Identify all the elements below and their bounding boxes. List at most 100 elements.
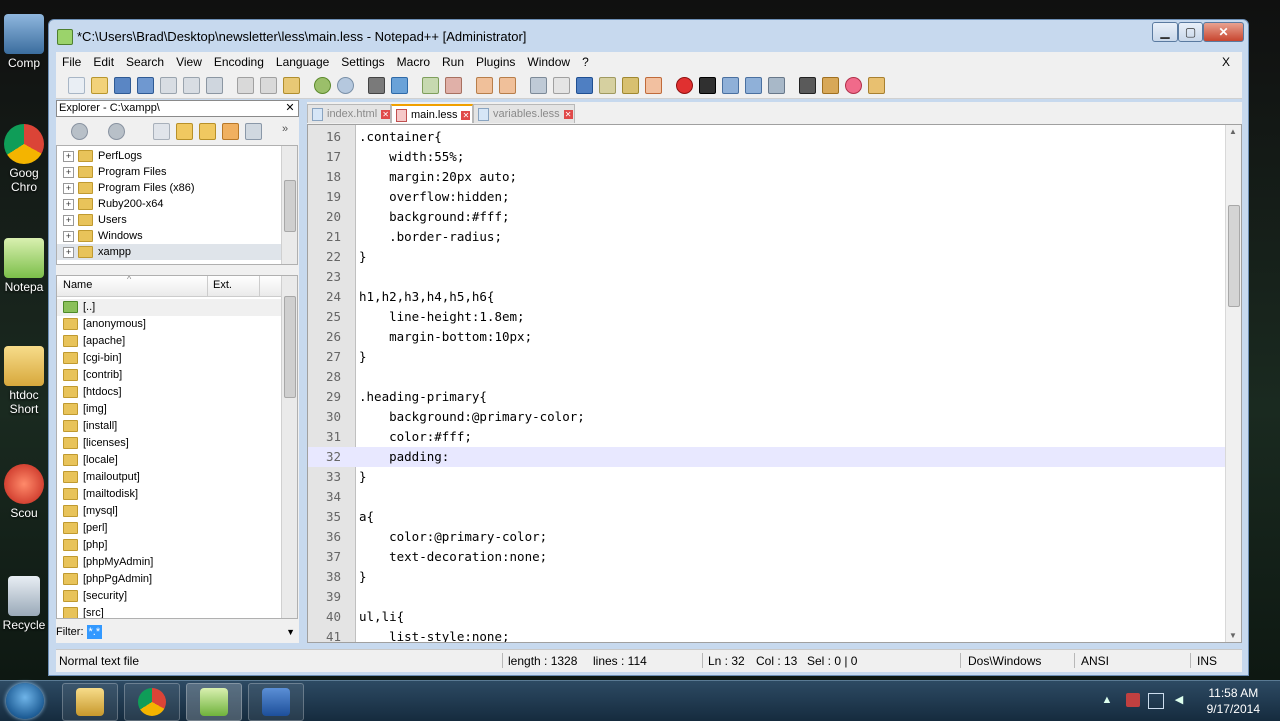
heart-icon[interactable] <box>845 77 862 94</box>
code-line[interactable]: 21 .border-radius; <box>308 227 1228 247</box>
folder-up-icon[interactable] <box>176 123 193 140</box>
menu-settings[interactable]: Settings <box>335 52 390 72</box>
line-text[interactable]: .container{ <box>359 127 442 147</box>
refresh-icon[interactable] <box>245 123 262 140</box>
desktop-icon-htdocs[interactable]: htdoc Short <box>0 346 48 416</box>
list-item[interactable]: [src] <box>57 605 284 618</box>
stop-macro-icon[interactable] <box>699 77 716 94</box>
play-macro-multiple-icon[interactable] <box>745 77 762 94</box>
list-item[interactable]: [perl] <box>57 520 284 537</box>
line-text[interactable]: background:#fff; <box>359 207 509 227</box>
code-line[interactable]: 37 text-decoration:none; <box>308 547 1228 567</box>
menu-view[interactable]: View <box>170 52 208 72</box>
line-text[interactable]: color:@primary-color; <box>359 527 547 547</box>
code-line[interactable]: 34 <box>308 487 1228 507</box>
start-button[interactable] <box>6 683 44 719</box>
open-file-icon[interactable] <box>91 77 108 94</box>
tree-item[interactable]: + Program Files (x86) <box>57 180 283 196</box>
code-line[interactable]: 41 list-style:none; <box>308 627 1228 642</box>
taskbar-explorer[interactable] <box>62 683 118 721</box>
menu-search[interactable]: Search <box>120 52 170 72</box>
menu-edit[interactable]: Edit <box>87 52 120 72</box>
minimize-button[interactable]: ▁ <box>1152 22 1178 42</box>
expand-icon[interactable]: + <box>63 166 74 178</box>
code-lines[interactable]: 16 .container{17 width:55%; 18 margin:20px… <box>308 127 1228 642</box>
favorites-icon[interactable] <box>222 123 239 140</box>
menu-run[interactable]: Run <box>436 52 470 72</box>
line-text[interactable]: .border-radius; <box>359 227 502 247</box>
tree-item[interactable]: + Windows <box>57 228 283 244</box>
close-all-icon[interactable] <box>183 77 200 94</box>
folder-as-workspace-icon[interactable] <box>645 77 662 94</box>
network-icon[interactable] <box>1148 693 1164 709</box>
code-line[interactable]: 39 <box>308 587 1228 607</box>
tab-index-html[interactable]: index.html ✕ <box>307 104 391 123</box>
list-item[interactable]: [mailoutput] <box>57 469 284 486</box>
menu-plugins[interactable]: Plugins <box>470 52 521 72</box>
save-macro-icon[interactable] <box>768 77 785 94</box>
list-item[interactable]: [locale] <box>57 452 284 469</box>
code-line[interactable]: 40 ul,li{ <box>308 607 1228 627</box>
line-text[interactable]: background:@primary-color; <box>359 407 585 427</box>
line-text[interactable]: margin-bottom:10px; <box>359 327 532 347</box>
line-text[interactable]: color:#fff; <box>359 427 472 447</box>
desktop-icon-chrome[interactable]: Goog Chro <box>0 124 48 194</box>
play-macro-icon[interactable] <box>722 77 739 94</box>
compare-icon[interactable] <box>868 77 885 94</box>
line-text[interactable]: line-height:1.8em; <box>359 307 524 327</box>
tab-close-icon[interactable]: ✕ <box>563 109 573 119</box>
tab-variables-less[interactable]: variables.less ✕ <box>473 104 575 123</box>
list-item[interactable]: [phpPgAdmin] <box>57 571 284 588</box>
scroll-down-icon[interactable]: ▼ <box>1229 631 1237 640</box>
menu-window[interactable]: Window <box>521 52 576 72</box>
list-item[interactable]: [htdocs] <box>57 384 284 401</box>
plugin-icon[interactable] <box>822 77 839 94</box>
new-file-icon[interactable] <box>68 77 85 94</box>
list-item[interactable]: [licenses] <box>57 435 284 452</box>
copy-icon[interactable] <box>260 77 277 94</box>
taskbar-notepadpp[interactable] <box>186 683 242 721</box>
print-icon[interactable] <box>206 77 223 94</box>
file-list-scrollbar[interactable] <box>281 276 297 618</box>
sync-vertical-icon[interactable] <box>476 77 493 94</box>
code-line[interactable]: 17 width:55%; <box>308 147 1228 167</box>
save-icon[interactable] <box>114 77 131 94</box>
code-line[interactable]: 24 h1,h2,h3,h4,h5,h6{ <box>308 287 1228 307</box>
menu-language[interactable]: Language <box>270 52 335 72</box>
save-all-icon[interactable] <box>137 77 154 94</box>
line-text[interactable]: text-decoration:none; <box>359 547 547 567</box>
line-text[interactable]: list-style:none; <box>359 627 509 642</box>
taskbar-app[interactable] <box>248 683 304 721</box>
scroll-up-icon[interactable]: ▲ <box>1229 127 1237 136</box>
list-item[interactable]: [apache] <box>57 333 284 350</box>
menu-macro[interactable]: Macro <box>391 52 436 72</box>
redo-icon[interactable] <box>337 77 354 94</box>
system-clock[interactable]: 11:58 AM 9/17/2014 <box>1207 685 1260 717</box>
zoom-in-icon[interactable] <box>422 77 439 94</box>
scrollbar-thumb[interactable] <box>1228 205 1240 307</box>
tab-close-icon[interactable]: ✕ <box>381 109 391 119</box>
menu-encoding[interactable]: Encoding <box>208 52 270 72</box>
column-name-header[interactable]: Name <box>63 279 92 291</box>
list-item[interactable]: [anonymous] <box>57 316 284 333</box>
menu-help[interactable]: ? <box>576 52 595 72</box>
code-line[interactable]: 35 a{ <box>308 507 1228 527</box>
show-hidden-icons[interactable]: ▲ <box>1100 693 1114 707</box>
filter-input[interactable]: *.* <box>86 625 103 639</box>
scrollbar-thumb[interactable] <box>284 180 296 232</box>
line-text[interactable]: h1,h2,h3,h4,h5,h6{ <box>359 287 494 307</box>
code-line[interactable]: 18 margin:20px auto; <box>308 167 1228 187</box>
cut-icon[interactable] <box>237 77 254 94</box>
code-line[interactable]: 20 background:#fff; <box>308 207 1228 227</box>
word-wrap-icon[interactable] <box>530 77 547 94</box>
code-editor[interactable]: 16 .container{17 width:55%; 18 margin:20px… <box>307 124 1242 643</box>
title-bar[interactable]: *C:\Users\Brad\Desktop\newsletter\less\m… <box>49 20 1248 52</box>
list-item[interactable]: [mysql] <box>57 503 284 520</box>
line-text[interactable]: } <box>359 567 367 587</box>
sync-horizontal-icon[interactable] <box>499 77 516 94</box>
line-text[interactable]: width:55%; <box>359 147 464 167</box>
tree-item[interactable]: + Program Files <box>57 164 283 180</box>
line-text[interactable]: padding: <box>359 447 449 467</box>
find-icon[interactable] <box>368 77 385 94</box>
tree-item[interactable]: + Ruby200-x64 <box>57 196 283 212</box>
